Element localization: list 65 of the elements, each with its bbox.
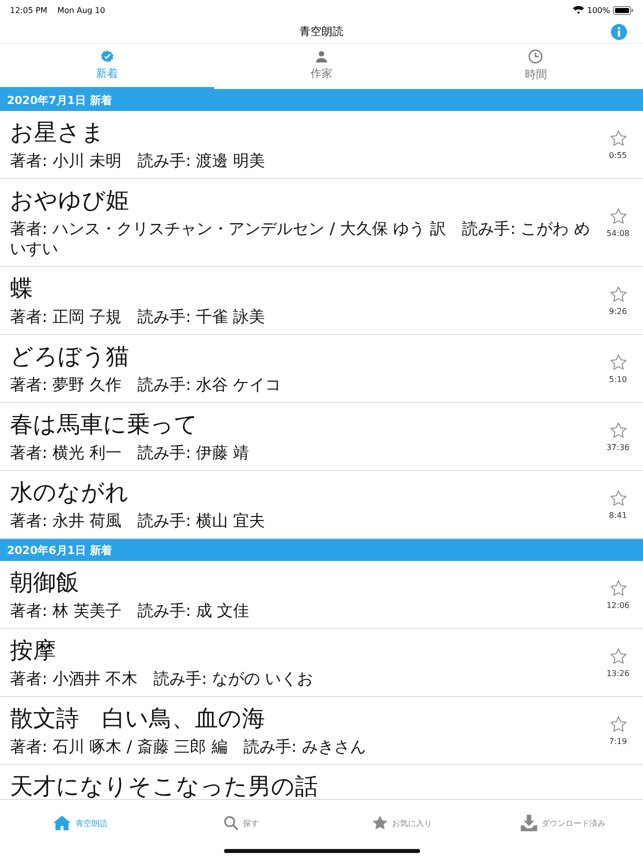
section-header: 2020年6月1日 新着 xyxy=(0,539,643,561)
work-credits: 著者: 小川 未明 読み手: 渡邊 明美 xyxy=(10,151,266,171)
clock-icon xyxy=(528,49,544,64)
person-icon xyxy=(314,50,328,63)
duration: 12:06 xyxy=(606,601,630,610)
battery-percent: 100% xyxy=(587,6,610,14)
tab-label: 作家 xyxy=(310,66,332,81)
tab-bar-label: お気に入り xyxy=(392,818,432,828)
tab-label: 新着 xyxy=(96,66,118,81)
tab-bar-label: 探す xyxy=(243,818,260,828)
info-icon[interactable] xyxy=(611,24,627,40)
star-icon xyxy=(372,815,388,831)
star-outline-icon[interactable] xyxy=(610,130,626,147)
duration: 0:55 xyxy=(609,151,627,160)
duration: 13:26 xyxy=(606,669,630,678)
star-outline-icon[interactable] xyxy=(610,648,626,665)
work-title[interactable]: 天才になりそこなった男の話 xyxy=(10,773,643,799)
star-outline-icon[interactable] xyxy=(610,286,626,303)
tab-bar-item[interactable]: ダウンロード済み xyxy=(482,800,643,846)
segment-tab[interactable]: 作家 xyxy=(214,44,429,89)
work-title[interactable]: 按摩 xyxy=(10,637,593,665)
work-title[interactable]: どろぼう猫 xyxy=(10,343,593,371)
tab-bar-item[interactable]: 探す xyxy=(160,800,322,846)
status-date: Mon Aug 10 xyxy=(57,6,106,14)
section-header: 2020年7月1日 新着 xyxy=(0,89,643,111)
home-icon xyxy=(53,815,72,831)
work-credits: 著者: 林 芙美子 読み手: 成 文佳 xyxy=(10,601,250,621)
duration: 7:19 xyxy=(609,737,627,746)
duration: 37:36 xyxy=(606,443,630,452)
tab-bar-label: ダウンロード済み xyxy=(542,818,606,828)
star-outline-icon[interactable] xyxy=(610,422,626,439)
work-title[interactable]: 朝御飯 xyxy=(10,569,593,597)
work-title[interactable]: 水のながれ xyxy=(10,479,593,507)
battery-icon xyxy=(613,6,633,14)
work-credits: 著者: 永井 荷風 読み手: 横山 宜夫 xyxy=(10,511,266,531)
tab-bar-label: 青空朗読 xyxy=(75,818,108,828)
work-credits: 著者: 小酒井 不木 読み手: ながの いくお xyxy=(10,669,314,689)
status-time: 12:05 PM xyxy=(10,6,48,14)
download-icon xyxy=(520,814,538,832)
work-title[interactable]: おやゆび姫 xyxy=(10,187,593,215)
badge-check-icon xyxy=(100,50,114,63)
work-credits: 著者: 横光 利一 読み手: 伊藤 靖 xyxy=(10,443,250,463)
duration: 9:26 xyxy=(609,307,627,316)
star-outline-icon[interactable] xyxy=(610,490,626,507)
tab-bar-item[interactable]: お気に入り xyxy=(322,800,482,846)
work-credits: 著者: 正岡 子規 読み手: 千雀 詠美 xyxy=(10,307,266,327)
work-credits: 著者: 夢野 久作 読み手: 水谷 ケイコ xyxy=(10,375,282,395)
nav-title: 青空朗読 xyxy=(300,24,344,39)
duration: 5:10 xyxy=(609,375,627,384)
search-icon xyxy=(223,815,240,831)
star-outline-icon[interactable] xyxy=(610,354,626,371)
work-credits: 著者: ハンス・クリスチャン・アンデルセン / 大久保 ゆう 訳 読み手: こがわ めいすい xyxy=(10,219,591,259)
star-outline-icon[interactable] xyxy=(610,208,626,225)
duration: 8:41 xyxy=(609,511,627,520)
star-outline-icon[interactable] xyxy=(610,580,626,597)
work-credits: 著者: 石川 啄木 / 斎藤 三郎 編 読み手: みきさん xyxy=(10,737,367,757)
tab-label: 時間 xyxy=(524,67,547,82)
star-outline-icon[interactable] xyxy=(610,716,626,733)
work-title[interactable]: お星さま xyxy=(10,119,593,147)
segment-tab[interactable]: 時間 xyxy=(428,44,643,89)
work-title[interactable]: 散文詩 白い鳥、血の海 xyxy=(10,705,593,733)
work-title[interactable]: 蝶 xyxy=(10,275,593,303)
duration: 54:08 xyxy=(606,229,630,238)
work-title[interactable]: 春は馬車に乗って xyxy=(10,411,593,439)
wifi-icon xyxy=(573,6,584,14)
